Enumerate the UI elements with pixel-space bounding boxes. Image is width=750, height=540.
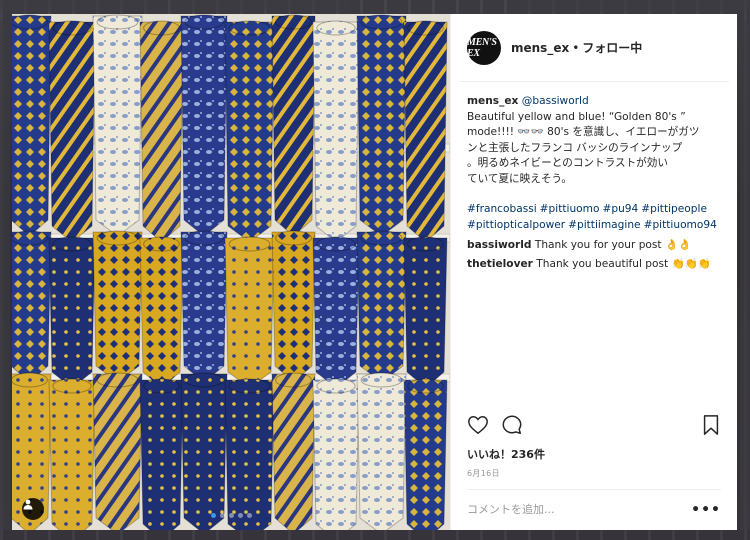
comment-button[interactable] bbox=[501, 414, 523, 440]
carousel-dot[interactable] bbox=[219, 513, 225, 518]
caption-line: Beautiful yellow and blue! “Golden 80's … bbox=[467, 110, 686, 123]
post-modal: MEN'S EX mens_ex • フォロー中 mens_ex @bassiw… bbox=[12, 14, 737, 530]
post-header: MEN'S EX mens_ex • フォロー中 bbox=[459, 14, 729, 82]
post-side-panel: MEN'S EX mens_ex • フォロー中 mens_ex @bassiw… bbox=[450, 14, 737, 530]
caption-line: mode!!!! 👓👓 80's を意識し、イエローがガツ bbox=[467, 126, 700, 138]
follow-status-button[interactable]: フォロー中 bbox=[582, 39, 642, 56]
comment-text: Thank you beautiful post 👏👏👏 bbox=[536, 258, 712, 270]
account-name-link[interactable]: mens_ex bbox=[511, 41, 569, 55]
ties-rack-image bbox=[12, 14, 450, 530]
hashtag-link[interactable]: #francobassi bbox=[467, 203, 537, 215]
avatar-logo-text: MEN'S EX bbox=[467, 36, 497, 59]
likes-count[interactable]: いいね！236件 bbox=[467, 446, 545, 462]
comment-username[interactable]: bassiworld bbox=[467, 239, 531, 251]
carousel-dot[interactable] bbox=[237, 513, 243, 518]
caption-username[interactable]: mens_ex bbox=[467, 95, 518, 107]
hashtag-link[interactable]: #pittipeople bbox=[641, 203, 707, 215]
caption-line: 。明るめネイビーとのコントラストが効い bbox=[467, 157, 668, 169]
comment-username[interactable]: thetielover bbox=[467, 258, 533, 270]
hashtag-list: #francobassi #pittiuomo #pu94 #pittipeople … bbox=[467, 202, 721, 233]
post-caption: mens_ex @bassiworld Beautiful yellow and… bbox=[451, 82, 737, 233]
header-separator: • bbox=[572, 40, 580, 55]
add-comment-bar: ••• bbox=[467, 489, 721, 529]
hashtag-link[interactable]: #pittiuomo bbox=[540, 203, 600, 215]
person-tag-icon bbox=[23, 499, 33, 510]
carousel-dot[interactable] bbox=[210, 513, 216, 518]
more-options-button[interactable]: ••• bbox=[691, 502, 721, 518]
carousel-dot[interactable] bbox=[228, 513, 234, 518]
comment-text: Thank you for your post 👌👌 bbox=[534, 239, 692, 251]
post-photo[interactable] bbox=[12, 14, 450, 530]
hashtag-link[interactable]: #pu94 bbox=[602, 203, 638, 215]
comment-row: bassiworld Thank you for your post 👌👌 bbox=[451, 236, 737, 255]
speech-bubble-icon bbox=[502, 415, 522, 434]
carousel-dot[interactable] bbox=[246, 513, 252, 518]
hashtag-link[interactable]: #pittiuomo94 bbox=[644, 219, 717, 231]
like-button[interactable] bbox=[467, 414, 489, 440]
caption-line: ンと主張したフランコ バッシのラインナップ bbox=[467, 141, 683, 154]
hashtag-link[interactable]: #pittiimagine bbox=[568, 219, 640, 231]
heart-outline-icon bbox=[468, 416, 488, 435]
add-comment-input[interactable] bbox=[467, 503, 687, 516]
post-date[interactable]: 6月16日 bbox=[467, 468, 500, 479]
comment-row: thetielover Thank you beautiful post 👏👏👏 bbox=[451, 255, 737, 274]
carousel-indicator bbox=[12, 513, 450, 518]
bookmark-icon bbox=[703, 415, 719, 435]
caption-line: ていて夏に映えそう。 bbox=[467, 172, 572, 185]
account-avatar[interactable]: MEN'S EX bbox=[467, 30, 501, 65]
save-button[interactable] bbox=[701, 414, 721, 440]
caption-mention[interactable]: @bassiworld bbox=[522, 95, 589, 107]
action-bar bbox=[467, 414, 721, 444]
hashtag-link[interactable]: #pittiopticalpower bbox=[467, 219, 565, 231]
